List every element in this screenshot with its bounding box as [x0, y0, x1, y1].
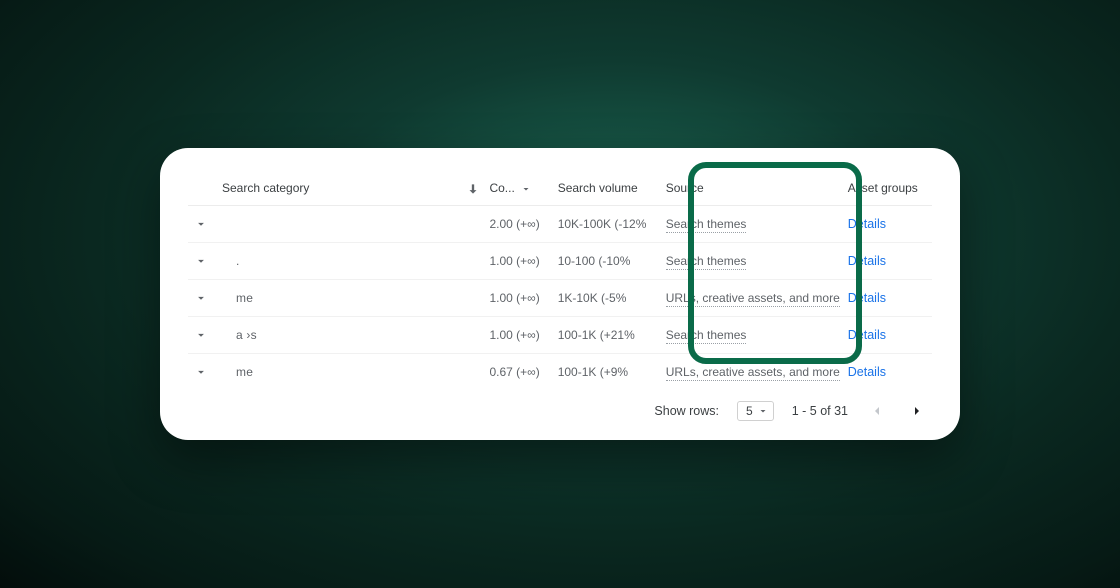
cell-search-volume: 10-100 (-10% [554, 242, 662, 279]
cell-source: URLs, creative assets, and more [662, 353, 844, 390]
expand-row-button[interactable] [192, 289, 210, 307]
cell-search-category: me [188, 279, 462, 316]
cell-source: Search themes [662, 242, 844, 279]
cell-co: 1.00 (+∞) [485, 242, 553, 279]
table-row: a ›s 1.00 (+∞)100-1K (+21%Search themes De… [188, 316, 932, 353]
cell-search-category: me [188, 353, 462, 390]
table-row: 2.00 (+∞)10K-100K (-12%Search themes Deta… [188, 205, 932, 242]
details-link[interactable]: Details [848, 328, 886, 342]
chevron-down-icon [194, 291, 208, 305]
rows-per-page-select[interactable]: 5 [737, 401, 774, 421]
cell-search-category: . [188, 242, 462, 279]
page-range: 1 - 5 of 31 [792, 404, 848, 418]
category-label: a ›s [218, 328, 257, 342]
table-row: me 0.67 (+∞)100-1K (+9%URLs, creative ass… [188, 353, 932, 390]
prev-page-button[interactable] [866, 400, 888, 422]
table-header-row: Search category Co... Search volume [188, 172, 932, 205]
chevron-down-icon [194, 217, 208, 231]
table-body: 2.00 (+∞)10K-100K (-12%Search themesDeta… [188, 205, 932, 390]
header-label: Source [666, 181, 704, 195]
expand-row-button[interactable] [192, 252, 210, 270]
cell-asset-groups: Details [844, 316, 932, 353]
cell-search-volume: 10K-100K (-12% [554, 205, 662, 242]
cell-spacer [462, 316, 486, 353]
column-header-asset-groups[interactable]: Asset groups [844, 172, 932, 205]
details-link[interactable]: Details [848, 217, 886, 231]
chevron-left-icon [869, 403, 885, 419]
column-header-search-volume[interactable]: Search volume [554, 172, 662, 205]
table-row: me 1.00 (+∞)1K-10K (-5%URLs, creative ass… [188, 279, 932, 316]
cell-source: Search themes [662, 205, 844, 242]
category-label: me [218, 365, 253, 379]
cell-asset-groups: Details [844, 205, 932, 242]
rows-per-page-value: 5 [746, 404, 753, 418]
pagination-bar: Show rows: 5 1 - 5 of 31 [188, 390, 932, 422]
details-link[interactable]: Details [848, 254, 886, 268]
cell-spacer [462, 205, 486, 242]
expand-row-button[interactable] [192, 363, 210, 381]
column-header-search-category[interactable]: Search category [188, 172, 462, 205]
show-rows-label: Show rows: [654, 404, 719, 418]
cell-source: Search themes [662, 316, 844, 353]
column-header-co[interactable]: Co... [485, 172, 553, 205]
cell-search-category [188, 205, 462, 242]
cell-co: 1.00 (+∞) [485, 279, 553, 316]
column-header-source[interactable]: Source [662, 172, 844, 205]
dropdown-icon [518, 181, 532, 195]
source-link[interactable]: Search themes [666, 328, 747, 344]
cell-co: 2.00 (+∞) [485, 205, 553, 242]
table-row: . 1.00 (+∞)10-100 (-10%Search themes Detai… [188, 242, 932, 279]
search-category-table: Search category Co... Search volume [188, 172, 932, 390]
details-link[interactable]: Details [848, 365, 886, 379]
cell-asset-groups: Details [844, 353, 932, 390]
source-link[interactable]: Search themes [666, 217, 747, 233]
cell-asset-groups: Details [844, 242, 932, 279]
arrow-down-icon [466, 181, 480, 195]
expand-row-button[interactable] [192, 215, 210, 233]
cell-search-volume: 1K-10K (-5% [554, 279, 662, 316]
header-label: Search category [192, 181, 309, 195]
cell-search-volume: 100-1K (+21% [554, 316, 662, 353]
cell-spacer [462, 242, 486, 279]
category-label: me [218, 291, 253, 305]
source-link[interactable]: URLs, creative assets, and more [666, 365, 840, 381]
header-label: Search volume [558, 181, 638, 195]
data-table-card: Search category Co... Search volume [160, 148, 960, 440]
details-link[interactable]: Details [848, 291, 886, 305]
cell-source: URLs, creative assets, and more [662, 279, 844, 316]
cell-co: 0.67 (+∞) [485, 353, 553, 390]
next-page-button[interactable] [906, 400, 928, 422]
chevron-down-icon [194, 254, 208, 268]
chevron-right-icon [909, 403, 925, 419]
cell-spacer [462, 353, 486, 390]
cell-search-volume: 100-1K (+9% [554, 353, 662, 390]
column-header-sort[interactable] [462, 172, 486, 205]
category-label: . [218, 254, 240, 268]
cell-search-category: a ›s [188, 316, 462, 353]
chevron-down-icon [194, 365, 208, 379]
cell-asset-groups: Details [844, 279, 932, 316]
cell-spacer [462, 279, 486, 316]
expand-row-button[interactable] [192, 326, 210, 344]
source-link[interactable]: URLs, creative assets, and more [666, 291, 840, 307]
chevron-down-icon [194, 328, 208, 342]
cell-co: 1.00 (+∞) [485, 316, 553, 353]
dropdown-icon [757, 405, 769, 417]
header-label: Asset groups [848, 181, 918, 195]
header-label: Co... [489, 181, 514, 195]
source-link[interactable]: Search themes [666, 254, 747, 270]
